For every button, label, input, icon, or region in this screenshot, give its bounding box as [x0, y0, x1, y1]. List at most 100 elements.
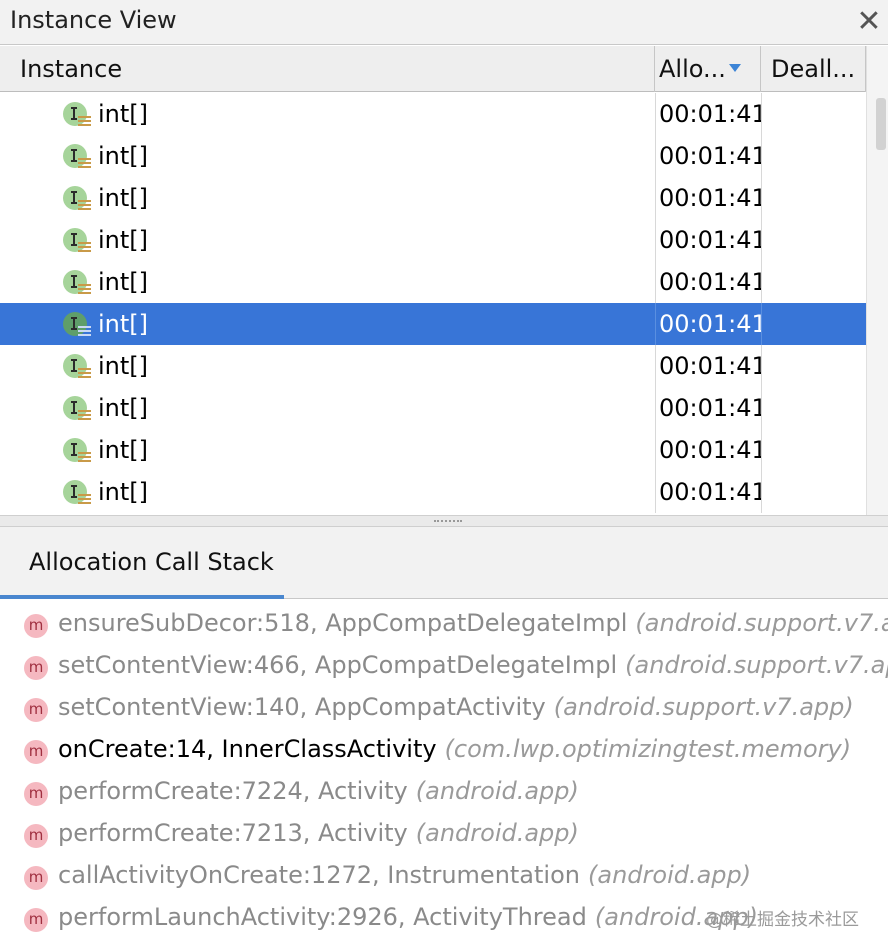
column-divider: [655, 261, 656, 303]
column-header-instance[interactable]: Instance: [0, 46, 655, 92]
column-divider: [761, 387, 762, 429]
frame-method: callActivityOnCreate:1272, Instrumentati…: [58, 861, 580, 889]
method-m-icon: m: [24, 824, 48, 848]
tab-allocation-call-stack[interactable]: Allocation Call Stack: [0, 527, 284, 599]
frame-method: performCreate:7213, Activity: [58, 819, 408, 847]
splitter-grip[interactable]: [434, 520, 462, 523]
frame-package: (android.support.v7.app): [625, 651, 888, 679]
watermark: @稀土掘金技术社区: [706, 910, 859, 930]
table-row[interactable]: int[] 00:01:41.: [0, 177, 866, 219]
call-stack-list: m ensureSubDecor:518, AppCompatDelegateIm…: [0, 604, 888, 933]
instance-array-icon: [63, 438, 91, 462]
alloc-time: 00:01:41.: [659, 184, 761, 212]
instance-name: int[]: [98, 352, 149, 380]
frame-package: (android.app): [415, 777, 579, 805]
call-stack-frame[interactable]: m onCreate:14, InnerClassActivity (com.lwp…: [0, 730, 888, 772]
table-row[interactable]: int[] 00:01:41.: [0, 429, 866, 471]
column-divider: [655, 387, 656, 429]
instance-array-icon: [63, 270, 91, 294]
table-row[interactable]: int[] 00:01:41.: [0, 471, 866, 513]
table-row[interactable]: int[] 00:01:41.: [0, 93, 866, 135]
method-m-icon: m: [24, 656, 48, 680]
frame-method: setContentView:140, AppCompatActivity: [58, 693, 546, 721]
table-row[interactable]: int[] 00:01:41.: [0, 135, 866, 177]
instance-array-icon: [63, 144, 91, 168]
frame-package: (android.support.v7.app): [635, 609, 888, 637]
frame-text: setContentView:140, AppCompatActivity (an…: [58, 693, 854, 721]
alloc-time: 00:01:41.: [659, 394, 761, 422]
column-header-alloc[interactable]: Allo...: [655, 46, 761, 92]
column-divider: [761, 135, 762, 177]
method-m-icon: m: [24, 908, 48, 932]
column-divider: [761, 345, 762, 387]
instance-table-scrollbar[interactable]: [866, 46, 888, 516]
frame-text: performLaunchActivity:2926, ActivityThre…: [58, 903, 758, 931]
instance-name: int[]: [98, 394, 149, 422]
call-stack-frame[interactable]: m performCreate:7213, Activity (android.ap…: [0, 814, 888, 856]
frame-package: (android.app): [415, 819, 579, 847]
column-divider: [761, 429, 762, 471]
column-divider: [761, 177, 762, 219]
frame-method: ensureSubDecor:518, AppCompatDelegateImp…: [58, 609, 628, 637]
panel-splitter[interactable]: [0, 515, 888, 527]
instance-name: int[]: [98, 142, 149, 170]
frame-text: callActivityOnCreate:1272, Instrumentati…: [58, 861, 751, 889]
frame-text: performCreate:7224, Activity (android.app…: [58, 777, 579, 805]
table-row[interactable]: int[] 00:01:41.: [0, 345, 866, 387]
call-stack-tabbar: Allocation Call Stack: [0, 527, 888, 599]
frame-package: (com.lwp.optimizingtest.memory): [444, 735, 852, 763]
alloc-time: 00:01:41.: [659, 436, 761, 464]
column-divider: [655, 219, 656, 261]
frame-method: performLaunchActivity:2926, ActivityThre…: [58, 903, 587, 931]
table-row[interactable]: int[] 00:01:41.: [0, 387, 866, 429]
instance-view-titlebar: Instance View ✕: [0, 0, 888, 45]
column-header-dealloc[interactable]: Deall...: [761, 46, 866, 92]
instance-name: int[]: [98, 268, 149, 296]
frame-method: onCreate:14, InnerClassActivity: [58, 735, 437, 763]
alloc-time: 00:01:41.: [659, 226, 761, 254]
column-divider: [655, 135, 656, 177]
alloc-time: 00:01:41.: [659, 142, 761, 170]
method-m-icon: m: [24, 614, 48, 638]
method-m-icon: m: [24, 698, 48, 722]
frame-text: ensureSubDecor:518, AppCompatDelegateImp…: [58, 609, 888, 637]
call-stack-frame[interactable]: m callActivityOnCreate:1272, Instrumentat…: [0, 856, 888, 898]
instance-table-body: int[] 00:01:41. int[] 00:01:41. int[] 00:01:4…: [0, 93, 866, 515]
instance-array-icon: [63, 480, 91, 504]
table-row[interactable]: int[] 00:01:41.: [0, 219, 866, 261]
instance-array-icon: [63, 396, 91, 420]
column-divider: [655, 345, 656, 387]
instance-array-icon: [63, 102, 91, 126]
table-row[interactable]: int[] 00:01:41.: [0, 303, 866, 345]
tab-label: Allocation Call Stack: [29, 548, 274, 576]
instance-name: int[]: [98, 436, 149, 464]
column-divider: [655, 471, 656, 513]
frame-method: setContentView:466, AppCompatDelegateImp…: [58, 651, 618, 679]
instance-array-icon: [63, 186, 91, 210]
call-stack-frame[interactable]: m setContentView:466, AppCompatDelegateIm…: [0, 646, 888, 688]
frame-package: (android.support.v7.app): [553, 693, 854, 721]
call-stack-frame[interactable]: m ensureSubDecor:518, AppCompatDelegateIm…: [0, 604, 888, 646]
alloc-time: 00:01:41.: [659, 352, 761, 380]
instance-name: int[]: [98, 184, 149, 212]
column-divider: [655, 303, 656, 345]
frame-text: performCreate:7213, Activity (android.app…: [58, 819, 579, 847]
method-m-icon: m: [24, 740, 48, 764]
call-stack-frame[interactable]: m setContentView:140, AppCompatActivity (a…: [0, 688, 888, 730]
alloc-time: 00:01:41.: [659, 100, 761, 128]
alloc-time: 00:01:41.: [659, 310, 761, 338]
frame-text: setContentView:466, AppCompatDelegateImp…: [58, 651, 888, 679]
call-stack-frame[interactable]: m performCreate:7224, Activity (android.ap…: [0, 772, 888, 814]
column-divider: [761, 261, 762, 303]
frame-text: onCreate:14, InnerClassActivity (com.lwp.…: [58, 735, 851, 763]
instance-array-icon: [63, 228, 91, 252]
scrollbar-thumb[interactable]: [876, 98, 886, 150]
table-row[interactable]: int[] 00:01:41.: [0, 261, 866, 303]
sort-descending-icon[interactable]: [729, 64, 741, 72]
instance-name: int[]: [98, 100, 149, 128]
column-divider: [761, 93, 762, 135]
alloc-time: 00:01:41.: [659, 478, 761, 506]
instance-name: int[]: [98, 226, 149, 254]
method-m-icon: m: [24, 866, 48, 890]
close-icon[interactable]: ✕: [852, 4, 886, 39]
